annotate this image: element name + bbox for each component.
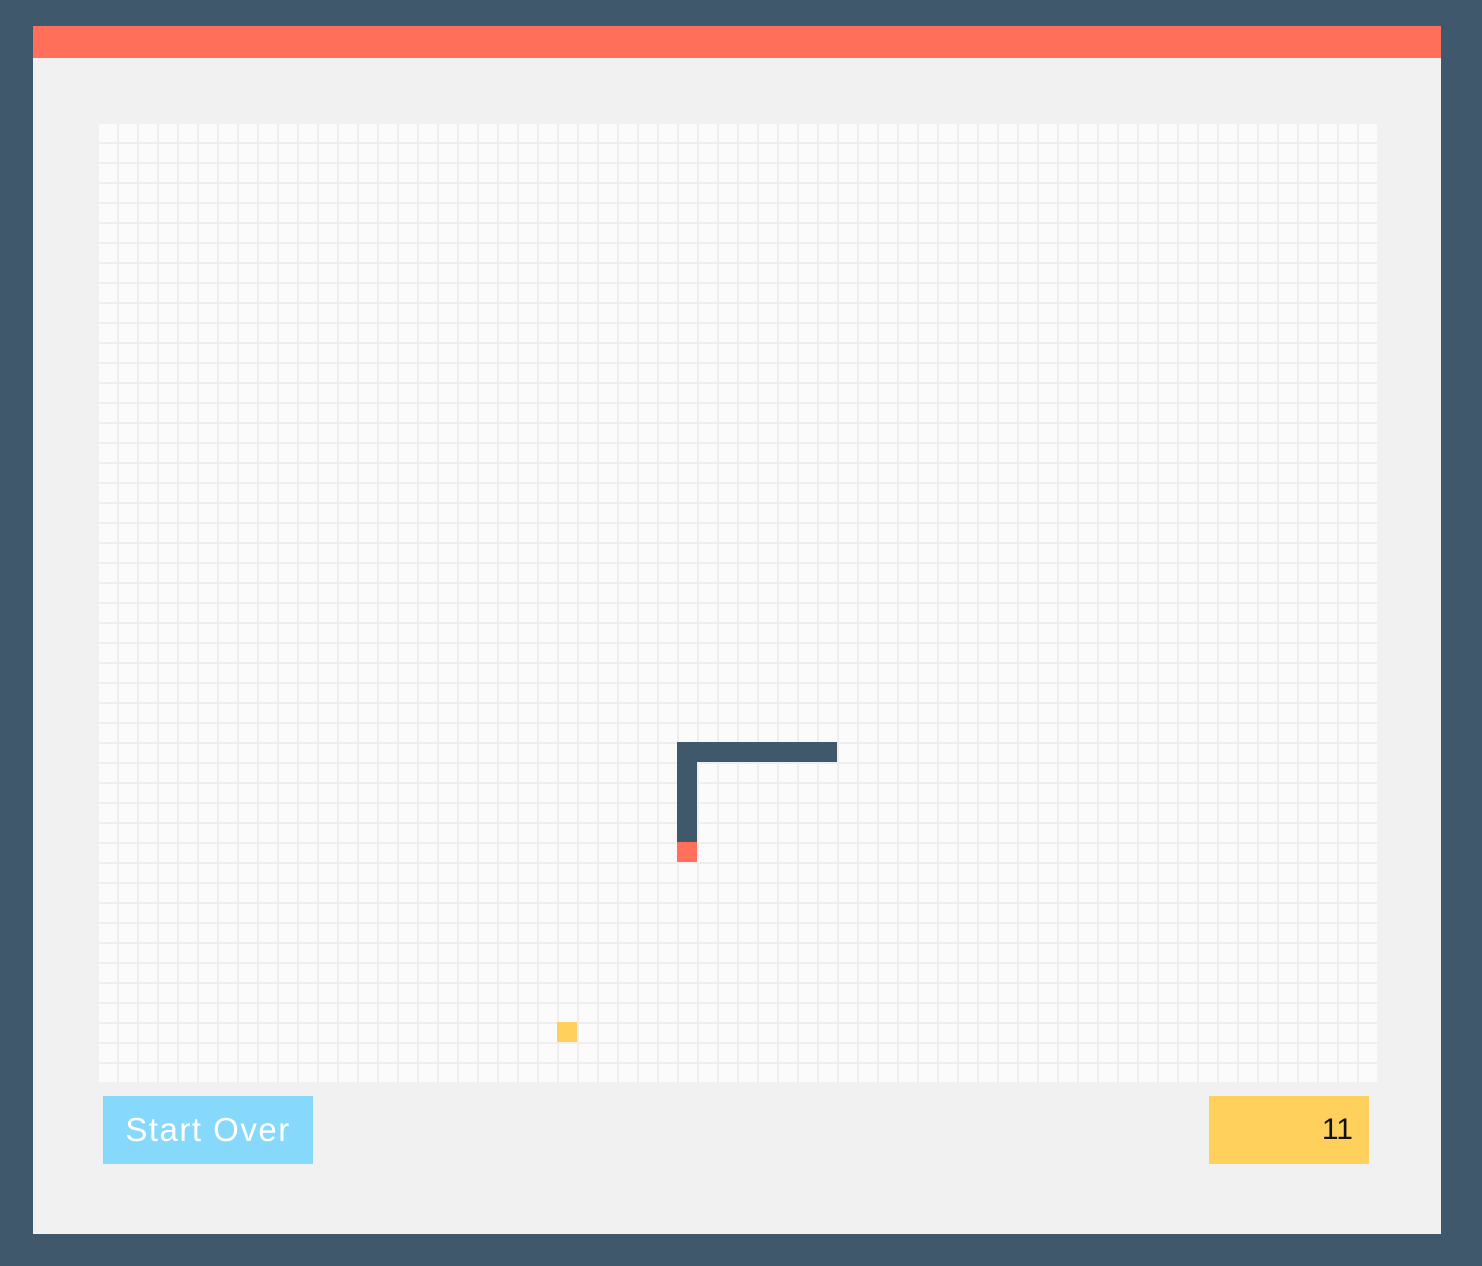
score-display: 11 [1209, 1096, 1369, 1164]
title-bar [33, 26, 1441, 58]
snake-body-segment [717, 742, 737, 762]
snake-body-segment [737, 742, 757, 762]
game-board[interactable] [99, 124, 1377, 1082]
snake-body-segment [777, 742, 797, 762]
snake-body-segment [677, 742, 697, 762]
snake-body-segment [757, 742, 777, 762]
snake-body-segment [677, 802, 697, 822]
food-pellet [557, 1022, 577, 1042]
snake-body-segment [677, 822, 697, 842]
snake-body-segment [817, 742, 837, 762]
start-over-button[interactable]: Start Over [103, 1096, 313, 1164]
game-window: Start Over 11 [33, 26, 1441, 1234]
snake-body-segment [697, 742, 717, 762]
snake-body-segment [797, 742, 817, 762]
snake-body-segment [677, 782, 697, 802]
snake-head [677, 842, 697, 862]
board-canvas [557, 742, 837, 1042]
snake-body-segment [677, 762, 697, 782]
